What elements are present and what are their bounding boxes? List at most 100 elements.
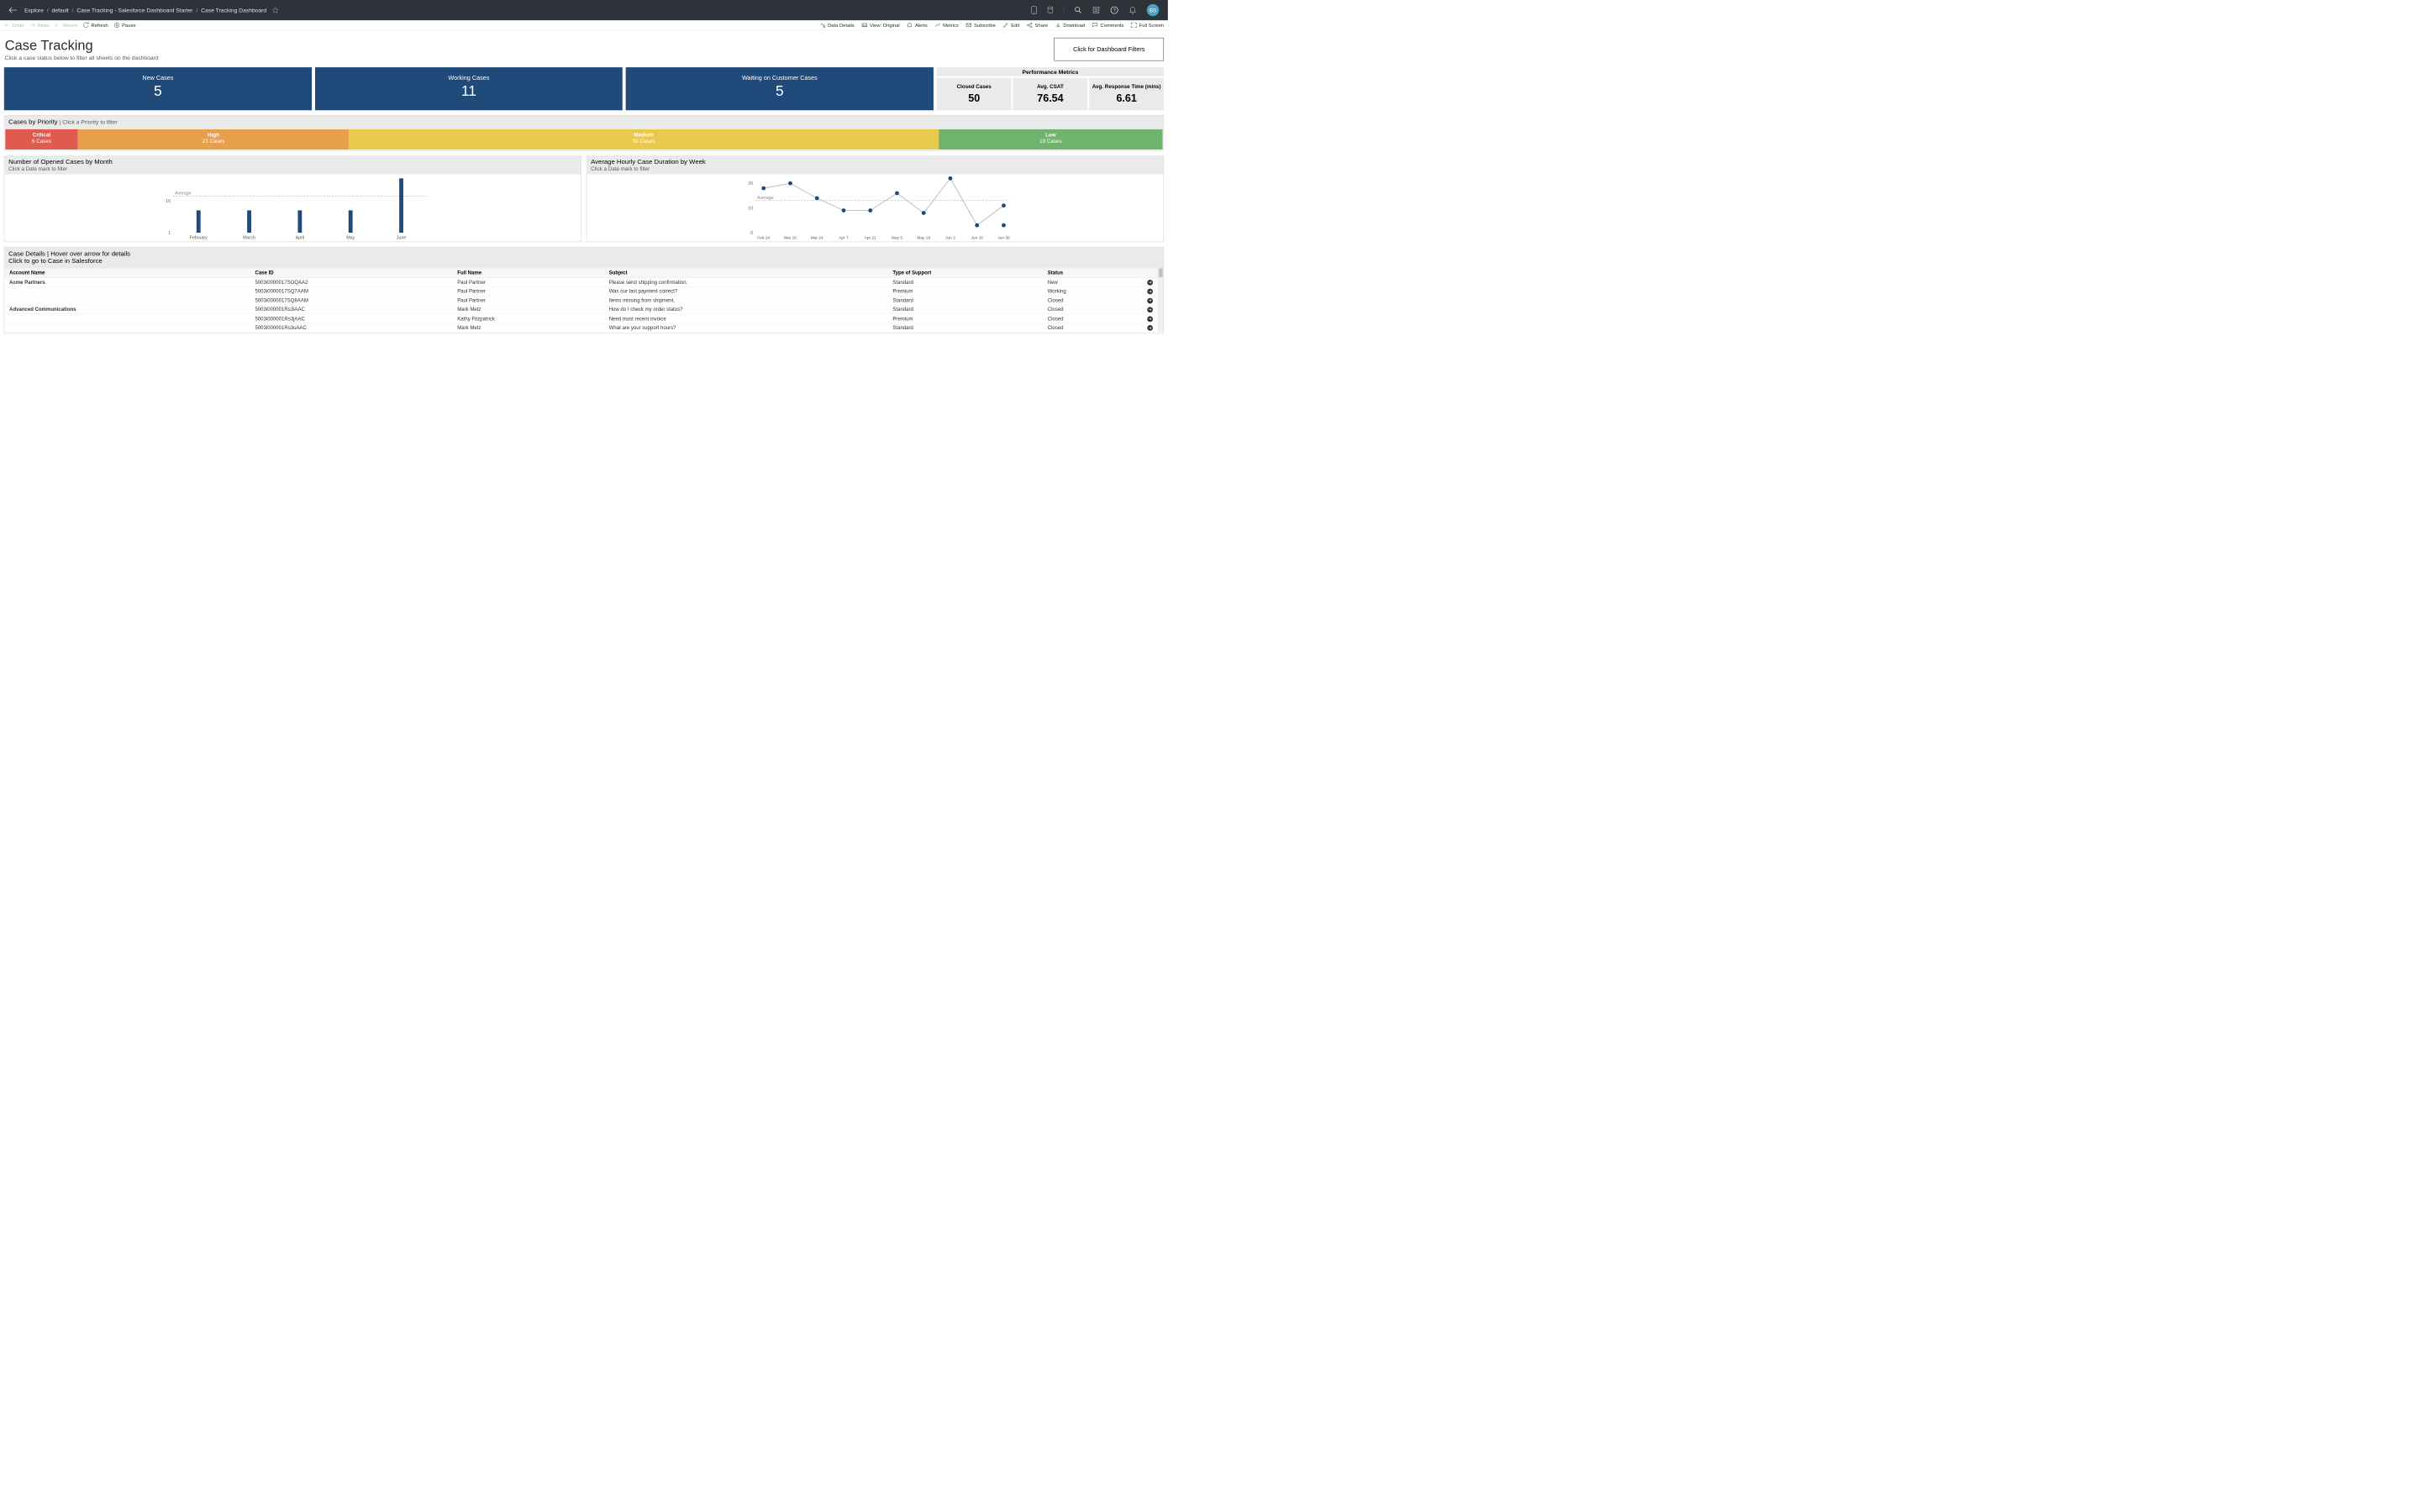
case-details-panel: Case Details | Hover over arrow for deta… (4, 247, 1164, 333)
dashboard-header: Case Tracking Click a case status below … (4, 34, 1164, 62)
revert-button[interactable]: Revert (55, 23, 77, 29)
svg-text:May 5: May 5 (892, 236, 902, 241)
data-details-button[interactable]: Data Details (819, 23, 854, 29)
refresh-button[interactable]: Refresh (83, 23, 108, 29)
svg-text:June: June (397, 236, 407, 241)
svg-text:10: 10 (166, 199, 171, 204)
svg-text:?: ? (1113, 8, 1116, 13)
perf-card-response[interactable]: Avg. Response Time (mins) 6.61 (1089, 78, 1164, 111)
table-header[interactable]: Account Name (4, 268, 250, 277)
priority-segment-high[interactable]: High23 Cases (78, 129, 349, 150)
table-row[interactable]: 5003i0000017SQ7AAMPaul PartnerWas our la… (4, 286, 1158, 296)
status-card-waiting[interactable]: Waiting on Customer Cases 5 (626, 67, 934, 110)
table-header[interactable]: Case ID (250, 268, 453, 277)
fullscreen-button[interactable]: Full Screen (1131, 23, 1164, 29)
svg-text:Average: Average (175, 191, 192, 196)
redo-button[interactable]: Redo (29, 23, 49, 29)
dashboard-area: Case Tracking Click a case status below … (0, 30, 1168, 338)
status-card-new[interactable]: New Cases 5 (4, 67, 312, 110)
data-source-icon[interactable] (1048, 7, 1054, 14)
perf-card-value: 50 (939, 92, 1009, 105)
bar-chart-body[interactable]: 110AverageFebruaryMarchAprilMayJune (4, 175, 581, 242)
back-icon[interactable] (9, 8, 18, 13)
charts-row: Number of Opened Cases by Month Click a … (4, 155, 1164, 242)
arrow-right-icon[interactable]: ➔ (1147, 297, 1153, 303)
breadcrumb-sep: / (47, 7, 49, 13)
table-row[interactable]: Advanced Communications5003i000001Rs3iAA… (4, 305, 1158, 314)
breadcrumb-sep: / (72, 7, 74, 13)
arrow-right-icon[interactable]: ➔ (1147, 325, 1153, 331)
table-row[interactable]: 5003i0000017SQ8AAMPaul PartnerItems miss… (4, 296, 1158, 305)
breadcrumb-workbook[interactable]: Case Tracking - Salesforce Dashboard Sta… (76, 7, 192, 13)
chart-hint: Click a Date mark to filter (591, 165, 1160, 171)
table-header[interactable]: Full Name (452, 268, 603, 277)
arrow-right-icon[interactable]: ➔ (1147, 280, 1153, 286)
priority-title: Cases by Priority (8, 118, 57, 125)
device-preview-icon[interactable] (1031, 6, 1037, 14)
table-header[interactable]: Type of Support (888, 268, 1043, 277)
share-button[interactable]: Share (1027, 23, 1048, 29)
download-button[interactable]: Download (1055, 23, 1085, 29)
scrollbar-thumb[interactable] (1159, 268, 1162, 277)
priority-segment-critical[interactable]: Critical6 Cases (5, 129, 77, 150)
table-scrollbar[interactable] (1158, 268, 1164, 332)
avatar[interactable]: BS (1147, 4, 1159, 16)
subscribe-button[interactable]: Subscribe (965, 23, 995, 29)
arrow-right-icon[interactable]: ➔ (1147, 289, 1153, 295)
chart-hint: Click a Date mark to filter (8, 165, 577, 171)
chart-title: Average Hourly Case Duration by Week (591, 159, 1160, 166)
edit-label: Edit (1011, 23, 1019, 29)
status-card-value: 5 (4, 82, 312, 99)
breadcrumb-dashboard[interactable]: Case Tracking Dashboard (201, 7, 266, 13)
breadcrumb-explore[interactable]: Explore (24, 7, 44, 13)
priority-segment-low[interactable]: Low19 Cases (939, 129, 1163, 150)
status-card-working[interactable]: Working Cases 11 (315, 67, 623, 110)
perf-card-csat[interactable]: Avg. CSAT 76.54 (1013, 78, 1088, 111)
page-title: Case Tracking (5, 38, 159, 54)
svg-text:Jun 2: Jun 2 (945, 236, 955, 241)
perf-card-closed[interactable]: Closed Cases 50 (937, 78, 1012, 111)
metrics-button[interactable]: Metrics (934, 23, 958, 29)
revert-label: Revert (63, 23, 77, 29)
perf-card-label: Closed Cases (939, 83, 1009, 89)
breadcrumb-default[interactable]: default (51, 7, 68, 13)
list-icon[interactable] (1092, 7, 1100, 14)
table-row[interactable]: 5003i000001Rs3jAACKathy FitzpatrickNeed … (4, 314, 1158, 323)
line-chart-body[interactable]: 01020AverageFeb 24Mar 10Mar 24Apr 7Apr 2… (587, 175, 1163, 242)
table-header[interactable]: Subject (604, 268, 888, 277)
priority-segment-medium[interactable]: Medium50 Cases (349, 129, 939, 150)
arrow-right-icon[interactable]: ➔ (1147, 316, 1153, 322)
refresh-label: Refresh (91, 23, 108, 29)
pause-button[interactable]: Pause (113, 23, 135, 29)
svg-text:Jun 16: Jun 16 (971, 236, 984, 241)
alerts-button[interactable]: Alerts (907, 23, 927, 29)
svg-text:April: April (296, 236, 305, 241)
case-details-table: Account NameCase IDFull NameSubjectType … (4, 268, 1158, 332)
undo-button[interactable]: Undo (4, 23, 24, 29)
notifications-icon[interactable] (1129, 6, 1137, 14)
edit-button[interactable]: Edit (1003, 23, 1020, 29)
table-header[interactable]: Status (1043, 268, 1134, 277)
table-row[interactable]: Acme Partners5003i0000017SOQAA2Paul Part… (4, 277, 1158, 286)
performance-metrics-title: Performance Metrics (937, 67, 1164, 76)
view-button[interactable]: View: Original (861, 23, 899, 29)
favorite-star-icon[interactable] (272, 7, 279, 13)
status-card-label: New Cases (4, 75, 312, 81)
toolbar: Undo Redo Revert Refresh Pause Data Deta… (0, 20, 1168, 30)
svg-text:March: March (243, 236, 255, 241)
dashboard-filters-button[interactable]: Click for Dashboard Filters (1054, 38, 1164, 61)
performance-metrics-section: Performance Metrics Closed Cases 50 Avg.… (937, 67, 1164, 110)
arrow-right-icon[interactable]: ➔ (1147, 307, 1153, 312)
search-icon[interactable] (1075, 7, 1082, 14)
table-row[interactable]: 5003i000001Rs3uAACMark MetzWhat are your… (4, 323, 1158, 333)
comments-button[interactable]: Comments (1092, 23, 1124, 29)
view-label: View: Original (870, 23, 900, 29)
chart-opened-by-month: Number of Opened Cases by Month Click a … (4, 155, 581, 242)
status-card-value: 5 (626, 82, 934, 99)
details-hint: | Hover over arrow for details (47, 250, 130, 257)
help-icon[interactable]: ? (1110, 6, 1118, 14)
svg-text:Mar 24: Mar 24 (811, 236, 823, 241)
status-card-value: 11 (315, 82, 623, 99)
metrics-label: Metrics (943, 23, 959, 29)
priority-panel: Cases by Priority | Click a Priority to … (4, 115, 1164, 150)
